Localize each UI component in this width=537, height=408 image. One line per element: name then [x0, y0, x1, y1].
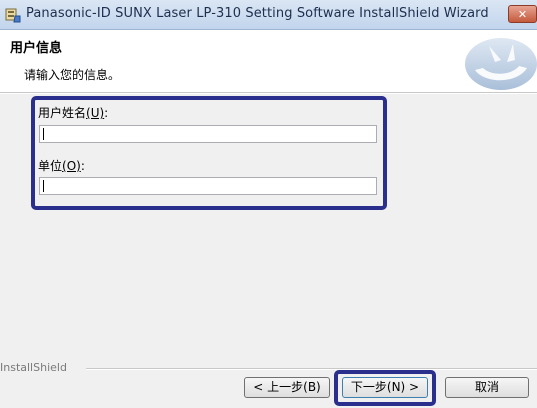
page-title: 用户信息: [10, 41, 63, 56]
close-button[interactable]: ✕: [508, 5, 537, 23]
installer-icon: [5, 8, 21, 23]
page-subtitle: 请输入您的信息。: [24, 68, 121, 82]
close-icon: ✕: [517, 7, 528, 21]
installshield-brand: InstallShield: [0, 361, 67, 374]
dialog-header: 用户信息 请输入您的信息。: [0, 30, 537, 93]
installshield-logo-icon: [455, 34, 537, 92]
cancel-button[interactable]: 取消: [445, 377, 529, 398]
next-highlight-box: [334, 370, 436, 406]
window-title: Panasonic-ID SUNX Laser LP-310 Setting S…: [26, 6, 489, 21]
title-bar: Panasonic-ID SUNX Laser LP-310 Setting S…: [0, 0, 537, 30]
form-highlight-box: [31, 96, 387, 210]
back-button[interactable]: < 上一步(B): [244, 377, 330, 398]
footer-divider: [86, 368, 537, 370]
